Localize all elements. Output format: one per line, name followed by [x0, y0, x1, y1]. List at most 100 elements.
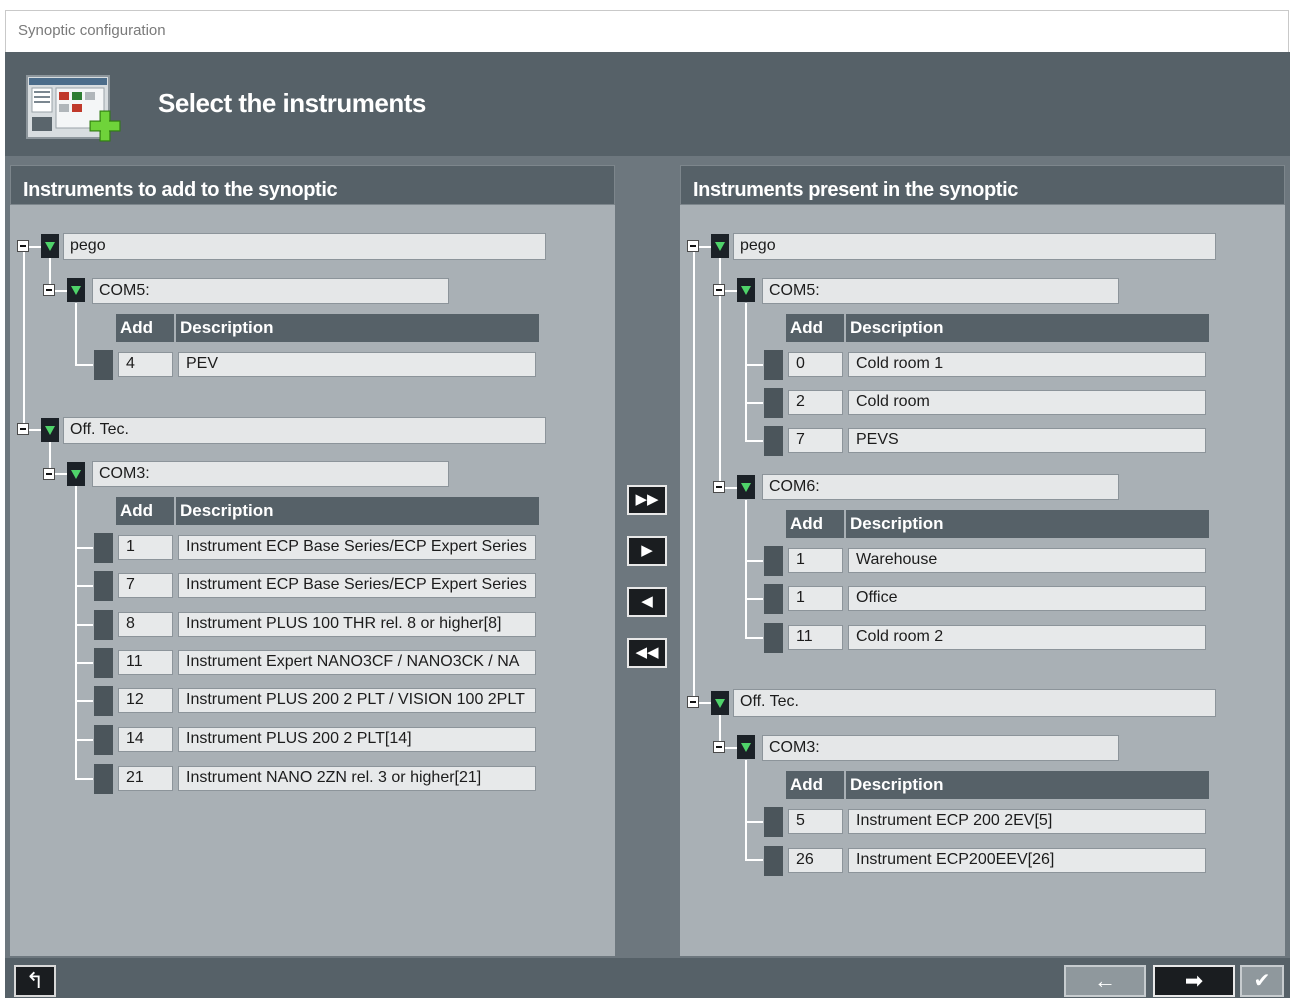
expand-arrow-icon[interactable] [737, 735, 755, 759]
group-node[interactable]: Off. Tec. [63, 417, 546, 444]
address-cell[interactable]: 1 [788, 586, 843, 611]
expand-arrow-icon[interactable] [737, 475, 755, 499]
tree-connector [75, 662, 93, 664]
collapse-toggle-icon[interactable] [687, 696, 699, 708]
address-cell[interactable]: 8 [118, 612, 173, 637]
collapse-toggle-icon[interactable] [713, 481, 725, 493]
address-cell[interactable]: 1 [118, 535, 173, 560]
address-cell[interactable]: 21 [118, 766, 173, 791]
address-cell[interactable]: 7 [788, 428, 843, 453]
tree-connector [75, 486, 77, 779]
description-cell[interactable]: PEV [178, 352, 536, 377]
description-cell[interactable]: Warehouse [848, 548, 1206, 573]
address-cell[interactable]: 1 [788, 548, 843, 573]
port-node[interactable]: COM5: [92, 278, 449, 304]
description-cell[interactable]: Office [848, 586, 1206, 611]
column-header-add: Add [786, 510, 844, 538]
address-cell[interactable]: 4 [118, 352, 173, 377]
expand-arrow-icon[interactable] [737, 278, 755, 302]
row-selector[interactable] [764, 807, 783, 837]
description-cell[interactable]: Instrument Expert NANO3CF / NANO3CK / NA [178, 650, 536, 675]
address-cell[interactable]: 26 [788, 848, 843, 873]
row-selector[interactable] [764, 546, 783, 576]
description-cell[interactable]: Cold room [848, 390, 1206, 415]
collapse-toggle-icon[interactable] [43, 284, 55, 296]
collapse-toggle-icon[interactable] [713, 741, 725, 753]
port-node[interactable]: COM5: [762, 278, 1119, 304]
row-selector[interactable] [94, 764, 113, 794]
column-header-add: Add [786, 314, 844, 342]
row-selector[interactable] [764, 623, 783, 653]
collapse-toggle-icon[interactable] [687, 240, 699, 252]
column-header-add: Add [116, 497, 174, 525]
row-selector[interactable] [764, 426, 783, 456]
expand-arrow-icon[interactable] [41, 234, 59, 258]
group-node[interactable]: pego [733, 233, 1216, 260]
address-cell[interactable]: 5 [788, 809, 843, 834]
column-header-add: Add [116, 314, 174, 342]
collapse-toggle-icon[interactable] [17, 423, 29, 435]
tree-connector [745, 821, 763, 823]
address-cell[interactable]: 12 [118, 688, 173, 713]
row-selector[interactable] [94, 610, 113, 640]
description-cell[interactable]: Instrument ECP Base Series/ECP Expert Se… [178, 573, 536, 598]
port-node[interactable]: COM3: [762, 735, 1119, 761]
address-cell[interactable]: 7 [118, 573, 173, 598]
address-cell[interactable]: 11 [118, 650, 173, 675]
description-cell[interactable]: Instrument PLUS 100 THR rel. 8 or higher… [178, 612, 536, 637]
row-selector[interactable] [764, 846, 783, 876]
row-selector[interactable] [94, 686, 113, 716]
row-selector[interactable] [94, 350, 113, 380]
page-title: Select the instruments [158, 88, 426, 118]
tree-connector [75, 364, 93, 366]
row-selector[interactable] [94, 571, 113, 601]
row-selector[interactable] [94, 725, 113, 755]
expand-arrow-icon[interactable] [67, 278, 85, 302]
add-selected-button[interactable]: ▶ [627, 536, 667, 566]
address-cell[interactable]: 2 [788, 390, 843, 415]
column-header-description: Description [846, 314, 1209, 342]
expand-arrow-icon[interactable] [67, 462, 85, 486]
next-button[interactable]: ➡ [1153, 965, 1235, 997]
add-all-button[interactable]: ▶▶ [627, 485, 667, 515]
expand-arrow-icon[interactable] [711, 234, 729, 258]
row-selector[interactable] [764, 388, 783, 418]
window-title-bar: Synoptic configuration [5, 10, 1289, 52]
column-header-description: Description [176, 497, 539, 525]
description-cell[interactable]: Instrument PLUS 200 2 PLT[14] [178, 727, 536, 752]
row-selector[interactable] [764, 584, 783, 614]
address-cell[interactable]: 0 [788, 352, 843, 377]
collapse-toggle-icon[interactable] [713, 284, 725, 296]
group-node[interactable]: pego [63, 233, 546, 260]
description-cell[interactable]: PEVS [848, 428, 1206, 453]
description-cell[interactable]: Instrument PLUS 200 2 PLT / VISION 100 2… [178, 688, 536, 713]
expand-arrow-icon[interactable] [711, 691, 729, 715]
previous-button[interactable]: ← [1064, 965, 1146, 997]
column-header-description: Description [846, 771, 1209, 799]
finish-button[interactable]: ✔ [1240, 965, 1284, 997]
description-cell[interactable]: Cold room 1 [848, 352, 1206, 377]
tree-connector [75, 700, 93, 702]
collapse-toggle-icon[interactable] [17, 240, 29, 252]
description-cell[interactable]: Instrument ECP200EEV[26] [848, 848, 1206, 873]
address-cell[interactable]: 11 [788, 625, 843, 650]
remove-all-button[interactable]: ◀◀ [627, 638, 667, 668]
port-node[interactable]: COM3: [92, 461, 449, 487]
row-selector[interactable] [764, 350, 783, 380]
description-cell[interactable]: Cold room 2 [848, 625, 1206, 650]
description-cell[interactable]: Instrument ECP Base Series/ECP Expert Se… [178, 535, 536, 560]
tree-connector [745, 500, 747, 638]
address-cell[interactable]: 14 [118, 727, 173, 752]
row-selector[interactable] [94, 648, 113, 678]
tree-connector [75, 585, 93, 587]
back-button[interactable]: ↰ [14, 965, 56, 997]
tree-connector [75, 303, 77, 365]
group-node[interactable]: Off. Tec. [733, 689, 1216, 717]
description-cell[interactable]: Instrument ECP 200 2EV[5] [848, 809, 1206, 834]
expand-arrow-icon[interactable] [41, 418, 59, 442]
port-node[interactable]: COM6: [762, 474, 1119, 500]
remove-selected-button[interactable]: ◀ [627, 587, 667, 617]
description-cell[interactable]: Instrument NANO 2ZN rel. 3 or higher[21] [178, 766, 536, 791]
collapse-toggle-icon[interactable] [43, 468, 55, 480]
row-selector[interactable] [94, 533, 113, 563]
